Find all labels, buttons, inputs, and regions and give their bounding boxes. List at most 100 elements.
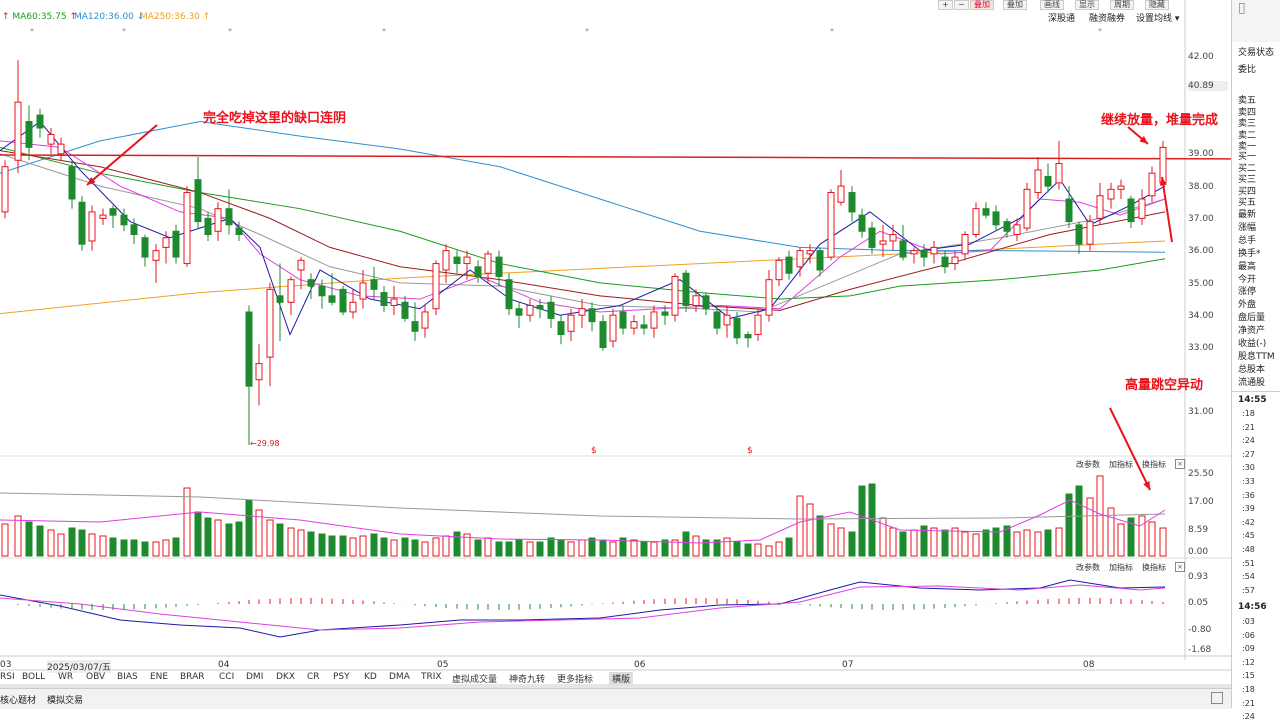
dividend-marker: $ bbox=[591, 446, 597, 456]
overlay-button[interactable]: 叠加 bbox=[970, 0, 994, 10]
tick-time: :18 bbox=[1242, 685, 1255, 694]
bid-ratio-label: 委比 bbox=[1238, 65, 1257, 75]
tick-time: :24 bbox=[1242, 712, 1255, 721]
bottom-tab-core[interactable]: 核心题材 bbox=[0, 693, 36, 706]
indicator-tab[interactable]: 横版 bbox=[609, 672, 634, 685]
volume-bar bbox=[141, 541, 149, 557]
indicator-tab[interactable]: DMI bbox=[246, 672, 263, 682]
candle-body bbox=[599, 321, 607, 348]
volume-bar bbox=[588, 537, 596, 557]
indicator-tab[interactable]: RSI bbox=[0, 672, 15, 682]
volume-bar bbox=[109, 537, 117, 557]
dividend-marker: $ bbox=[747, 446, 753, 456]
display-button[interactable]: 显示 bbox=[1075, 0, 1099, 10]
candle-body bbox=[526, 305, 534, 316]
close-icon[interactable]: × bbox=[1175, 562, 1185, 572]
candle-body bbox=[1003, 221, 1011, 232]
candle-body bbox=[1055, 163, 1063, 184]
bottom-tab-sim[interactable]: 模拟交易 bbox=[47, 693, 83, 706]
indicator-tab[interactable]: OBV bbox=[86, 672, 105, 682]
zoom-in-button[interactable]: + bbox=[938, 0, 953, 10]
change-params-button[interactable]: 改参数 bbox=[1076, 459, 1100, 470]
tick-time: :48 bbox=[1242, 545, 1255, 554]
candle-body bbox=[204, 217, 212, 235]
candle-body bbox=[806, 250, 814, 255]
volume-bar bbox=[1034, 531, 1042, 557]
indicator-tab[interactable]: DMA bbox=[389, 672, 410, 682]
volume-bar bbox=[578, 539, 586, 557]
candle-body bbox=[339, 288, 347, 313]
volume-bar bbox=[484, 537, 492, 557]
indicator-tab[interactable]: CR bbox=[307, 672, 320, 682]
tick-time: :21 bbox=[1242, 698, 1255, 708]
indicator-tab[interactable]: BIAS bbox=[117, 672, 138, 682]
volume-bar bbox=[899, 531, 907, 557]
menu-icon[interactable]: ▯ bbox=[1238, 0, 1246, 16]
price-tick: 33.00 bbox=[1188, 343, 1214, 353]
switch-indicator-button[interactable]: 换指标 bbox=[1142, 562, 1166, 573]
candle-body bbox=[463, 256, 471, 265]
add-indicator-button[interactable]: 加指标 bbox=[1109, 459, 1133, 470]
volume-bar bbox=[14, 515, 22, 557]
indicator-tab[interactable]: KD bbox=[364, 672, 377, 682]
draw-line-button[interactable]: 画线 bbox=[1040, 0, 1064, 10]
price-tick: 31.00 bbox=[1188, 407, 1214, 417]
zoom-out-button[interactable]: − bbox=[954, 0, 969, 10]
indicator-tab[interactable]: 更多指标 bbox=[557, 672, 593, 685]
shengutong-link[interactable]: 深股通 bbox=[1048, 11, 1075, 24]
indicator-tab[interactable]: BOLL bbox=[22, 672, 45, 682]
volume-bar bbox=[754, 543, 762, 557]
price-chart[interactable]: * * * * * * * $ $ bbox=[0, 0, 1231, 708]
window-icon[interactable] bbox=[1211, 692, 1223, 704]
close-icon[interactable]: × bbox=[1175, 459, 1185, 469]
indicator-tab[interactable]: WR bbox=[58, 672, 73, 682]
volume-bar bbox=[495, 541, 503, 557]
set-ma-link[interactable]: 设置均线 ▾ bbox=[1136, 11, 1179, 24]
volume-bar bbox=[650, 541, 658, 557]
volume-bar bbox=[120, 539, 128, 557]
candle-body bbox=[692, 295, 700, 306]
volume-bar bbox=[162, 539, 170, 557]
switch-indicator-button[interactable]: 换指标 bbox=[1142, 459, 1166, 470]
indicator-tab[interactable]: CCI bbox=[219, 672, 234, 682]
add-indicator-button[interactable]: 加指标 bbox=[1109, 562, 1133, 573]
quote-sidebar: ▯ 交易状态 委比 卖五 卖四 卖三 卖二 卖一 买一 买二 买三 买四 买五 最新 涨幅 总手 换手*… bbox=[1231, 0, 1280, 721]
volume-bar bbox=[640, 541, 648, 557]
volume-bar bbox=[339, 535, 347, 557]
quote-field-label: 收益(-) bbox=[1238, 339, 1267, 349]
quote-field-label: 股息TTM bbox=[1238, 351, 1275, 362]
event-marker: * bbox=[30, 27, 34, 36]
change-params-button[interactable]: 改参数 bbox=[1076, 562, 1100, 573]
candle-body bbox=[390, 298, 398, 306]
indicator-tab[interactable]: ENE bbox=[150, 672, 168, 682]
indicator-tab[interactable]: 虚拟成交量 bbox=[452, 672, 497, 685]
volume-bar bbox=[453, 531, 461, 557]
annotation-arrow bbox=[1109, 407, 1151, 491]
candle-body bbox=[879, 240, 887, 245]
indicator-tab[interactable]: 神奇九转 bbox=[509, 672, 545, 685]
candle-body bbox=[671, 275, 679, 316]
hide-button[interactable]: 隐藏 bbox=[1145, 0, 1169, 10]
volume-bar bbox=[318, 533, 326, 557]
candle-body bbox=[796, 250, 804, 268]
indicator-tab[interactable]: PSY bbox=[333, 672, 350, 682]
indicator-tab[interactable]: BRAR bbox=[180, 672, 204, 682]
candle-body bbox=[359, 282, 367, 300]
candle-body bbox=[453, 256, 461, 265]
volume-ma-line bbox=[0, 499, 1166, 544]
margin-trading-link[interactable]: 融资融券 bbox=[1089, 11, 1125, 24]
overlay2-button[interactable]: 叠加 bbox=[1003, 0, 1027, 10]
volume-bar bbox=[57, 533, 65, 557]
candle-body bbox=[172, 230, 180, 258]
candle-body bbox=[1117, 185, 1125, 190]
period-button[interactable]: 周期 bbox=[1110, 0, 1134, 10]
candle-body bbox=[1148, 172, 1156, 197]
candle-body bbox=[982, 208, 990, 216]
candle-body bbox=[495, 256, 503, 277]
candle-body bbox=[25, 121, 33, 148]
volume-bar bbox=[25, 521, 33, 557]
candle-body bbox=[432, 263, 440, 310]
indicator-tab[interactable]: DKX bbox=[276, 672, 295, 682]
volume-bar bbox=[630, 539, 638, 557]
indicator-tab[interactable]: TRIX bbox=[421, 672, 442, 682]
